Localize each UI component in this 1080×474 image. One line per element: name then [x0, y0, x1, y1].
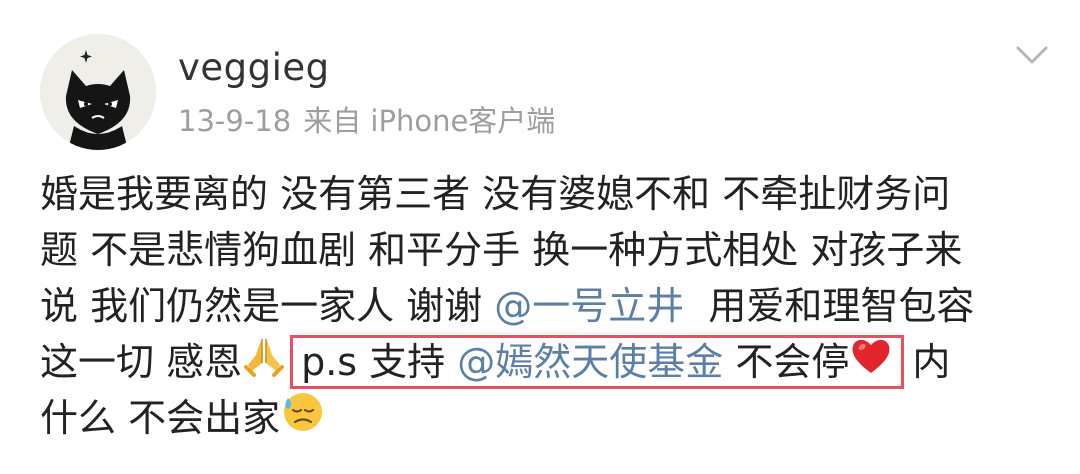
mention-link[interactable]: @一号立井	[494, 278, 684, 334]
post-line: 说 我们仍然是一家人 谢谢 @一号立井 用爱和理智包容	[40, 278, 1050, 334]
post-line: 婚是我要离的 没有第三者 没有婆媳不和 不牵扯财务问	[40, 166, 1050, 222]
username[interactable]: veggieg	[178, 44, 330, 92]
black-cat-avatar-icon	[40, 34, 156, 150]
post-text: 题 不是悲情狗血剧 和平分手 换一种方式相处 对孩子来	[40, 228, 963, 272]
post-text: 婚是我要离的 没有第三者 没有婆媳不和 不牵扯财务问	[40, 172, 951, 216]
red-heart-emoji-icon	[849, 334, 893, 390]
post-text: 什么 不会出家	[40, 396, 281, 440]
post-line: 题 不是悲情狗血剧 和平分手 换一种方式相处 对孩子来	[40, 222, 1050, 278]
post-text: 说 我们仍然是一家人 谢谢	[40, 284, 495, 328]
post-line: 这一切 感恩 p.s 支持 @嫣然天使基金 不会停 内	[40, 334, 1050, 390]
post-body: 婚是我要离的 没有第三者 没有婆媳不和 不牵扯财务问 题 不是悲情狗血剧 和平分…	[40, 166, 1050, 446]
mention-link[interactable]: @嫣然天使基金	[457, 334, 723, 390]
ps-text: p.s 支持	[301, 340, 458, 384]
post-meta: 13-9-18 来自 iPhone客户端	[178, 100, 555, 142]
downcast-face-with-sweat-emoji-icon	[280, 388, 326, 449]
post-text: 这一切 感恩	[40, 340, 243, 384]
folded-hands-emoji-icon	[242, 333, 286, 392]
post-text: 不会停	[723, 340, 850, 384]
post-line: 什么 不会出家	[40, 390, 1050, 446]
post-text: 用爱和理智包容	[684, 284, 975, 328]
avatar[interactable]	[40, 34, 156, 150]
chevron-down-icon[interactable]	[1012, 40, 1052, 70]
post-text: 内	[912, 340, 951, 384]
highlight-box: p.s 支持 @嫣然天使基金 不会停	[290, 334, 905, 390]
post-source[interactable]: 来自 iPhone客户端	[303, 104, 555, 138]
post-date: 13-9-18	[178, 104, 292, 138]
